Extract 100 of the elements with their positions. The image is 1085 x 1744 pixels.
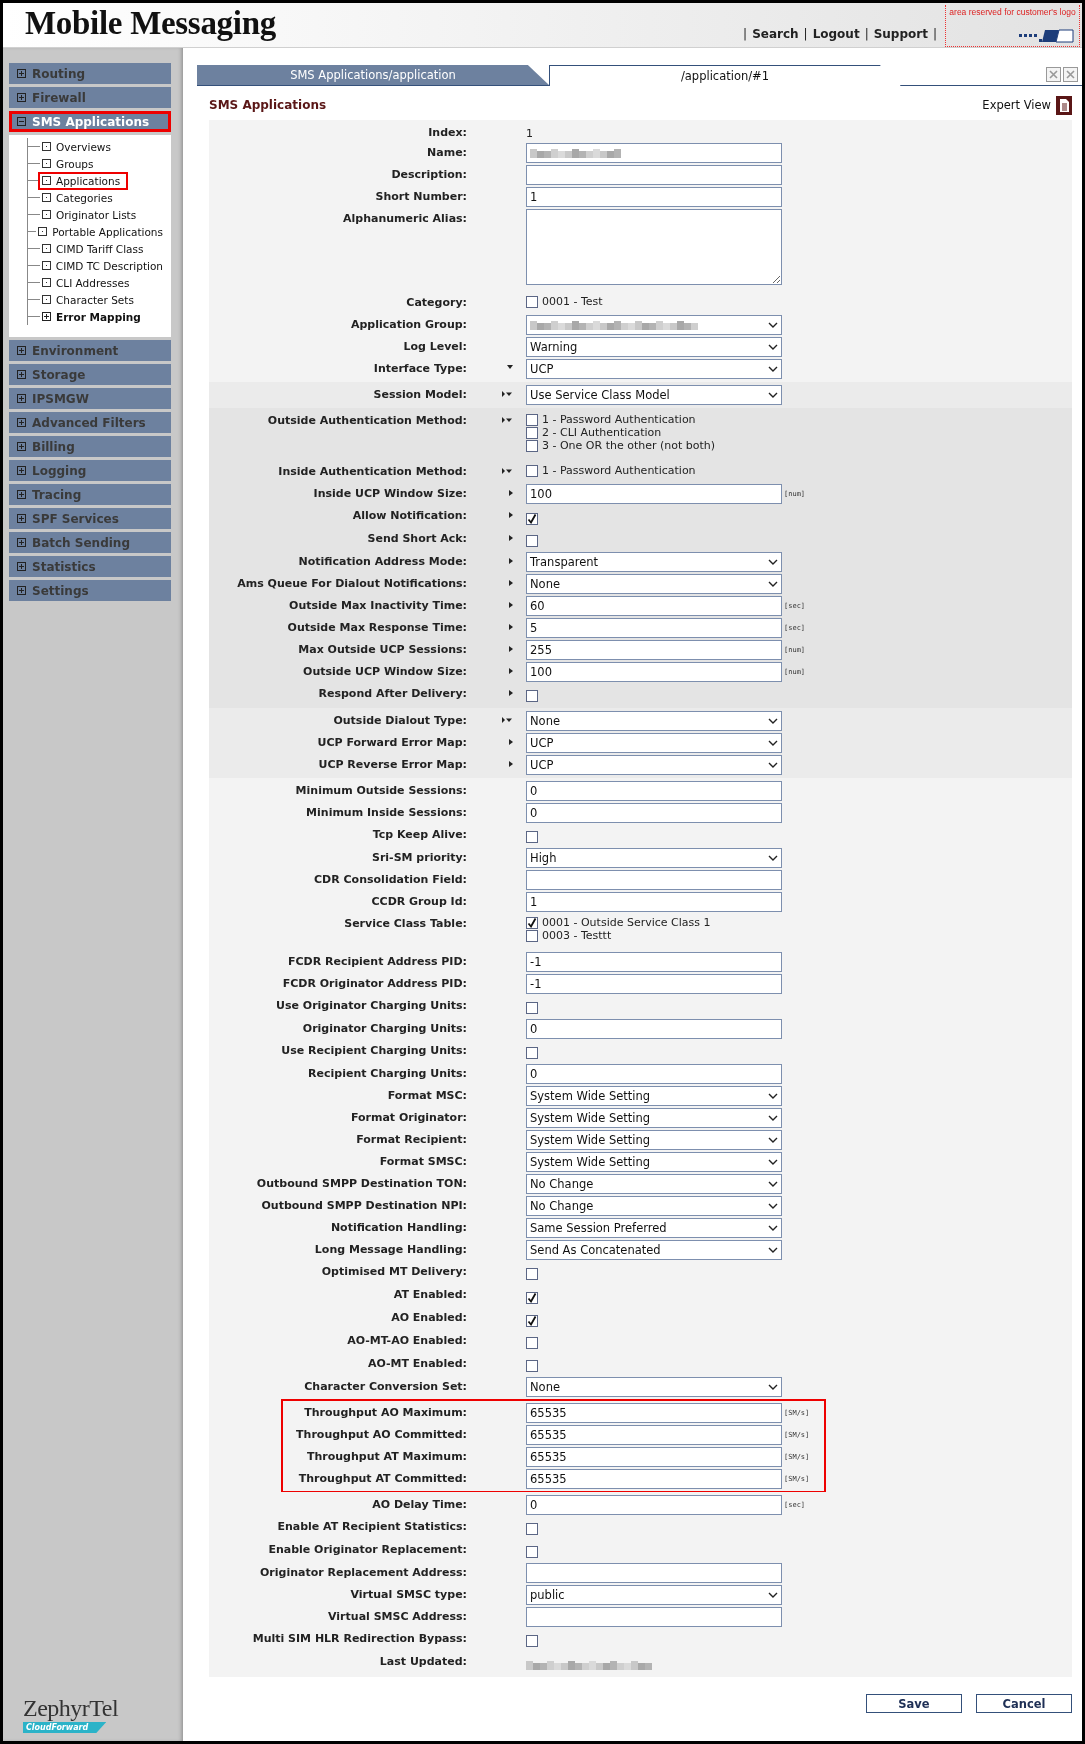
tree-item[interactable]: Originator Lists — [38, 205, 145, 224]
input-field[interactable] — [526, 870, 782, 890]
checkbox[interactable] — [526, 426, 538, 439]
input-field[interactable]: 0 — [526, 803, 782, 823]
caret-right-icon[interactable] — [509, 512, 513, 518]
tree-item[interactable]: Groups — [38, 154, 102, 173]
dropdown[interactable]: Transparent — [526, 552, 782, 572]
input-field[interactable]: -1 — [526, 952, 782, 972]
dropdown[interactable]: None — [526, 1377, 782, 1397]
checkbox[interactable] — [526, 1002, 538, 1014]
checkbox[interactable] — [526, 1337, 538, 1349]
dropdown[interactable]: UCP — [526, 733, 782, 753]
caret-right-down-icon[interactable] — [502, 391, 513, 397]
input-field[interactable]: -1 — [526, 974, 782, 994]
caret-right-icon[interactable] — [509, 602, 513, 608]
input-field[interactable]: 1 — [526, 892, 782, 912]
caret-right-down-icon[interactable] — [502, 468, 513, 474]
tree-item[interactable]: Overviews — [38, 137, 119, 156]
tree-item[interactable]: CIMD TC Description — [37, 256, 171, 275]
caret-right-icon[interactable] — [509, 558, 513, 564]
input-field[interactable]: 1 — [526, 187, 782, 207]
tree-item[interactable]: CLI Addresses — [38, 273, 138, 292]
caret-right-icon[interactable] — [509, 690, 513, 696]
dropdown[interactable]: Same Session Preferred — [526, 1218, 782, 1238]
input-field[interactable]: 5 — [526, 618, 782, 638]
tree-item[interactable]: Categories — [38, 188, 121, 207]
header-link[interactable]: Support — [873, 27, 928, 41]
checkbox[interactable] — [526, 690, 538, 702]
checkbox[interactable] — [526, 1523, 538, 1535]
input-field[interactable] — [526, 1563, 782, 1583]
expert-view-link[interactable]: Expert View — [982, 95, 1072, 115]
caret-right-down-icon[interactable] — [502, 717, 513, 723]
caret-right-icon[interactable] — [509, 535, 513, 541]
caret-right-icon[interactable] — [509, 668, 513, 674]
dropdown[interactable] — [526, 315, 782, 335]
checkbox[interactable] — [526, 439, 538, 452]
input-field[interactable]: 0 — [526, 1495, 782, 1515]
dropdown[interactable]: No Change — [526, 1196, 782, 1216]
dropdown[interactable]: UCP — [526, 755, 782, 775]
tree-item[interactable]: Error Mapping — [38, 307, 149, 326]
dropdown[interactable]: System Wide Setting — [526, 1108, 782, 1128]
checkbox[interactable] — [526, 464, 538, 477]
dropdown[interactable]: System Wide Setting — [526, 1130, 782, 1150]
dropdown[interactable]: Send As Concatenated — [526, 1240, 782, 1260]
tree-item[interactable]: Applications — [38, 171, 129, 190]
checkbox[interactable] — [526, 295, 538, 308]
checkbox[interactable] — [526, 413, 538, 426]
dropdown[interactable]: Use Service Class Model — [526, 385, 782, 405]
input-field[interactable]: 0 — [526, 1019, 782, 1039]
dropdown[interactable]: High — [526, 848, 782, 868]
checkbox[interactable] — [526, 513, 538, 525]
input-field[interactable]: 100 — [526, 662, 782, 682]
checkbox[interactable] — [526, 1635, 538, 1647]
cancel-button[interactable]: Cancel — [976, 1694, 1072, 1713]
dropdown[interactable]: UCP — [526, 359, 782, 379]
caret-right-icon[interactable] — [509, 646, 513, 652]
dropdown[interactable]: System Wide Setting — [526, 1086, 782, 1106]
checkbox[interactable] — [526, 1546, 538, 1558]
input-field[interactable]: 60 — [526, 596, 782, 616]
checkbox[interactable] — [526, 1292, 538, 1304]
dropdown[interactable]: public — [526, 1585, 782, 1605]
checkbox[interactable] — [526, 535, 538, 547]
input-field[interactable]: 100 — [526, 484, 782, 504]
dropdown[interactable]: None — [526, 574, 782, 594]
input-field[interactable]: 65535 — [526, 1403, 782, 1423]
close-icon[interactable] — [1063, 66, 1078, 82]
caret-right-icon[interactable] — [509, 490, 513, 496]
tree-item[interactable]: Character Sets — [38, 290, 142, 309]
input-field[interactable] — [526, 1607, 782, 1627]
close-icon[interactable] — [1046, 66, 1061, 82]
caret-right-icon[interactable] — [509, 739, 513, 745]
dropdown[interactable]: No Change — [526, 1174, 782, 1194]
sidebar-item[interactable]: SMS Applications — [9, 111, 171, 132]
dropdown[interactable]: None — [526, 711, 782, 731]
checkbox[interactable] — [526, 1315, 538, 1327]
tree-item[interactable]: CIMD Tariff Class — [38, 239, 152, 258]
input-field[interactable] — [526, 165, 782, 185]
caret-right-icon[interactable] — [509, 761, 513, 767]
header-link[interactable]: Logout — [812, 27, 860, 41]
checkbox[interactable] — [526, 1268, 538, 1280]
dropdown[interactable]: System Wide Setting — [526, 1152, 782, 1172]
tree-item[interactable]: Portable Applications — [34, 222, 171, 241]
checkbox[interactable] — [526, 831, 538, 843]
checkbox[interactable] — [526, 1047, 538, 1059]
checkbox[interactable] — [526, 1360, 538, 1372]
header-link[interactable]: Search — [752, 27, 799, 41]
input-field[interactable]: 0 — [526, 1064, 782, 1084]
input-field[interactable]: 65535 — [526, 1425, 782, 1445]
caret-right-down-icon[interactable] — [502, 417, 513, 423]
input-field[interactable]: 65535 — [526, 1447, 782, 1467]
input-field[interactable] — [526, 143, 782, 163]
dropdown[interactable]: Warning — [526, 337, 782, 357]
input-field[interactable]: 65535 — [526, 1469, 782, 1489]
save-button[interactable]: Save — [866, 1694, 962, 1713]
caret-right-icon[interactable] — [509, 624, 513, 630]
caret-right-icon[interactable] — [509, 580, 513, 586]
checkbox[interactable] — [526, 916, 538, 929]
input-field[interactable]: 0 — [526, 781, 782, 801]
checkbox[interactable] — [526, 929, 538, 942]
text-area[interactable] — [526, 209, 782, 285]
